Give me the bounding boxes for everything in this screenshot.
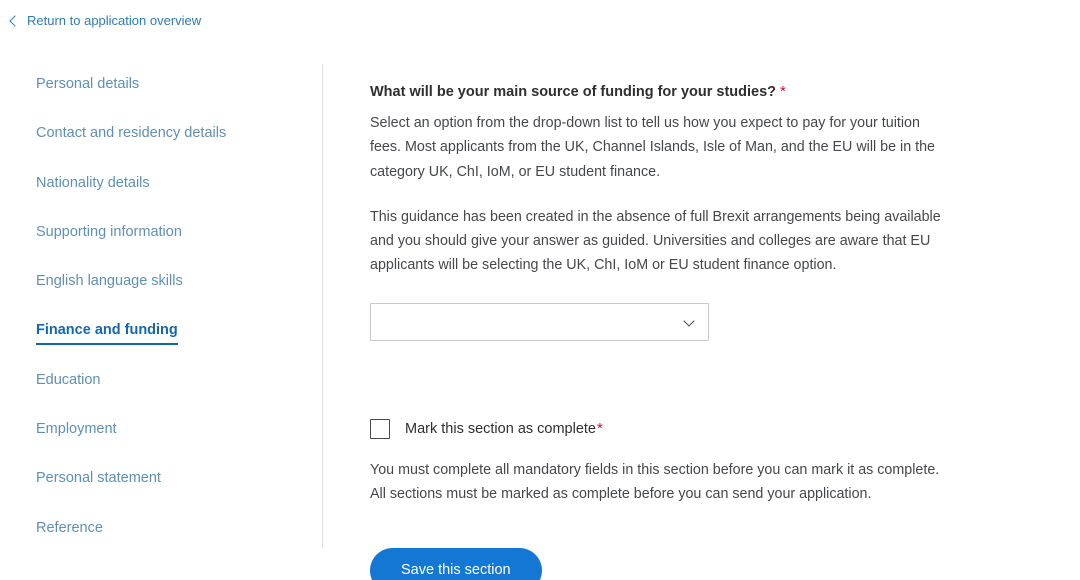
sidebar-item-education[interactable]: Education [0, 360, 322, 409]
mark-section-complete-checkbox[interactable] [370, 418, 390, 439]
sidebar-item-personal-statement[interactable]: Personal statement [0, 458, 322, 507]
return-bar: Return to application overview [0, 0, 201, 42]
sidebar-item-nationality-details[interactable]: Nationality details [0, 163, 322, 212]
mark-complete-row: Mark this section as complete* [370, 418, 960, 439]
question-title: What will be your main source of funding… [370, 82, 960, 102]
required-asterisk: * [780, 83, 786, 100]
guidance-paragraph-2: This guidance has been created in the ab… [370, 208, 941, 274]
sidebar-item-label: Personal statement [36, 470, 161, 487]
return-link-label: Return to application overview [27, 13, 202, 28]
sidebar-item-label: Finance and funding [36, 320, 178, 346]
sidebar-item-label: Employment [36, 421, 117, 438]
funding-source-select-wrapper [370, 302, 709, 341]
sidebar-item-label: Personal details [36, 76, 140, 92]
sidebar-item-label: Reference [36, 519, 103, 536]
return-to-application-overview-link[interactable]: Return to application overview [8, 13, 201, 29]
chevron-left-icon [8, 16, 18, 26]
required-asterisk: * [597, 419, 603, 437]
question-title-text: What will be your main source of funding… [370, 84, 777, 100]
sidebar-item-supporting-information[interactable]: Supporting information [0, 212, 322, 261]
mark-complete-help-text: You must complete all mandatory fields i… [370, 461, 940, 503]
sidebar-divider [322, 64, 323, 548]
sidebar-item-employment[interactable]: Employment [0, 409, 322, 458]
sidebar-item-label: English language skills [36, 273, 183, 290]
save-this-section-button[interactable]: Save this section [370, 547, 542, 580]
sidebar-item-personal-details[interactable]: Personal details [0, 64, 322, 113]
mark-section-complete-label[interactable]: Mark this section as complete* [405, 419, 603, 439]
sidebar-item-label: Nationality details [36, 174, 150, 191]
sidebar-item-label: Contact and residency details [36, 125, 227, 142]
sidebar-item-reference[interactable]: Reference [0, 508, 322, 557]
application-page: Return to application overview Personal … [0, 0, 1080, 580]
guidance-paragraph-1: Select an option from the drop-down list… [370, 115, 936, 180]
sidebar-item-label: Supporting information [36, 223, 182, 240]
mark-complete-label-text: Mark this section as complete [405, 420, 596, 437]
sidebar-item-label: Education [36, 371, 101, 388]
sidebar-item-english-language-skills[interactable]: English language skills [0, 261, 322, 310]
sidebar-item-finance-and-funding[interactable]: Finance and funding [0, 310, 322, 359]
section-navigation-sidebar: Personal details Contact and residency d… [0, 64, 322, 548]
funding-source-select[interactable] [370, 302, 709, 341]
finance-and-funding-form: What will be your main source of funding… [370, 82, 960, 580]
sidebar-item-contact-and-residency-details[interactable]: Contact and residency details [0, 113, 322, 162]
